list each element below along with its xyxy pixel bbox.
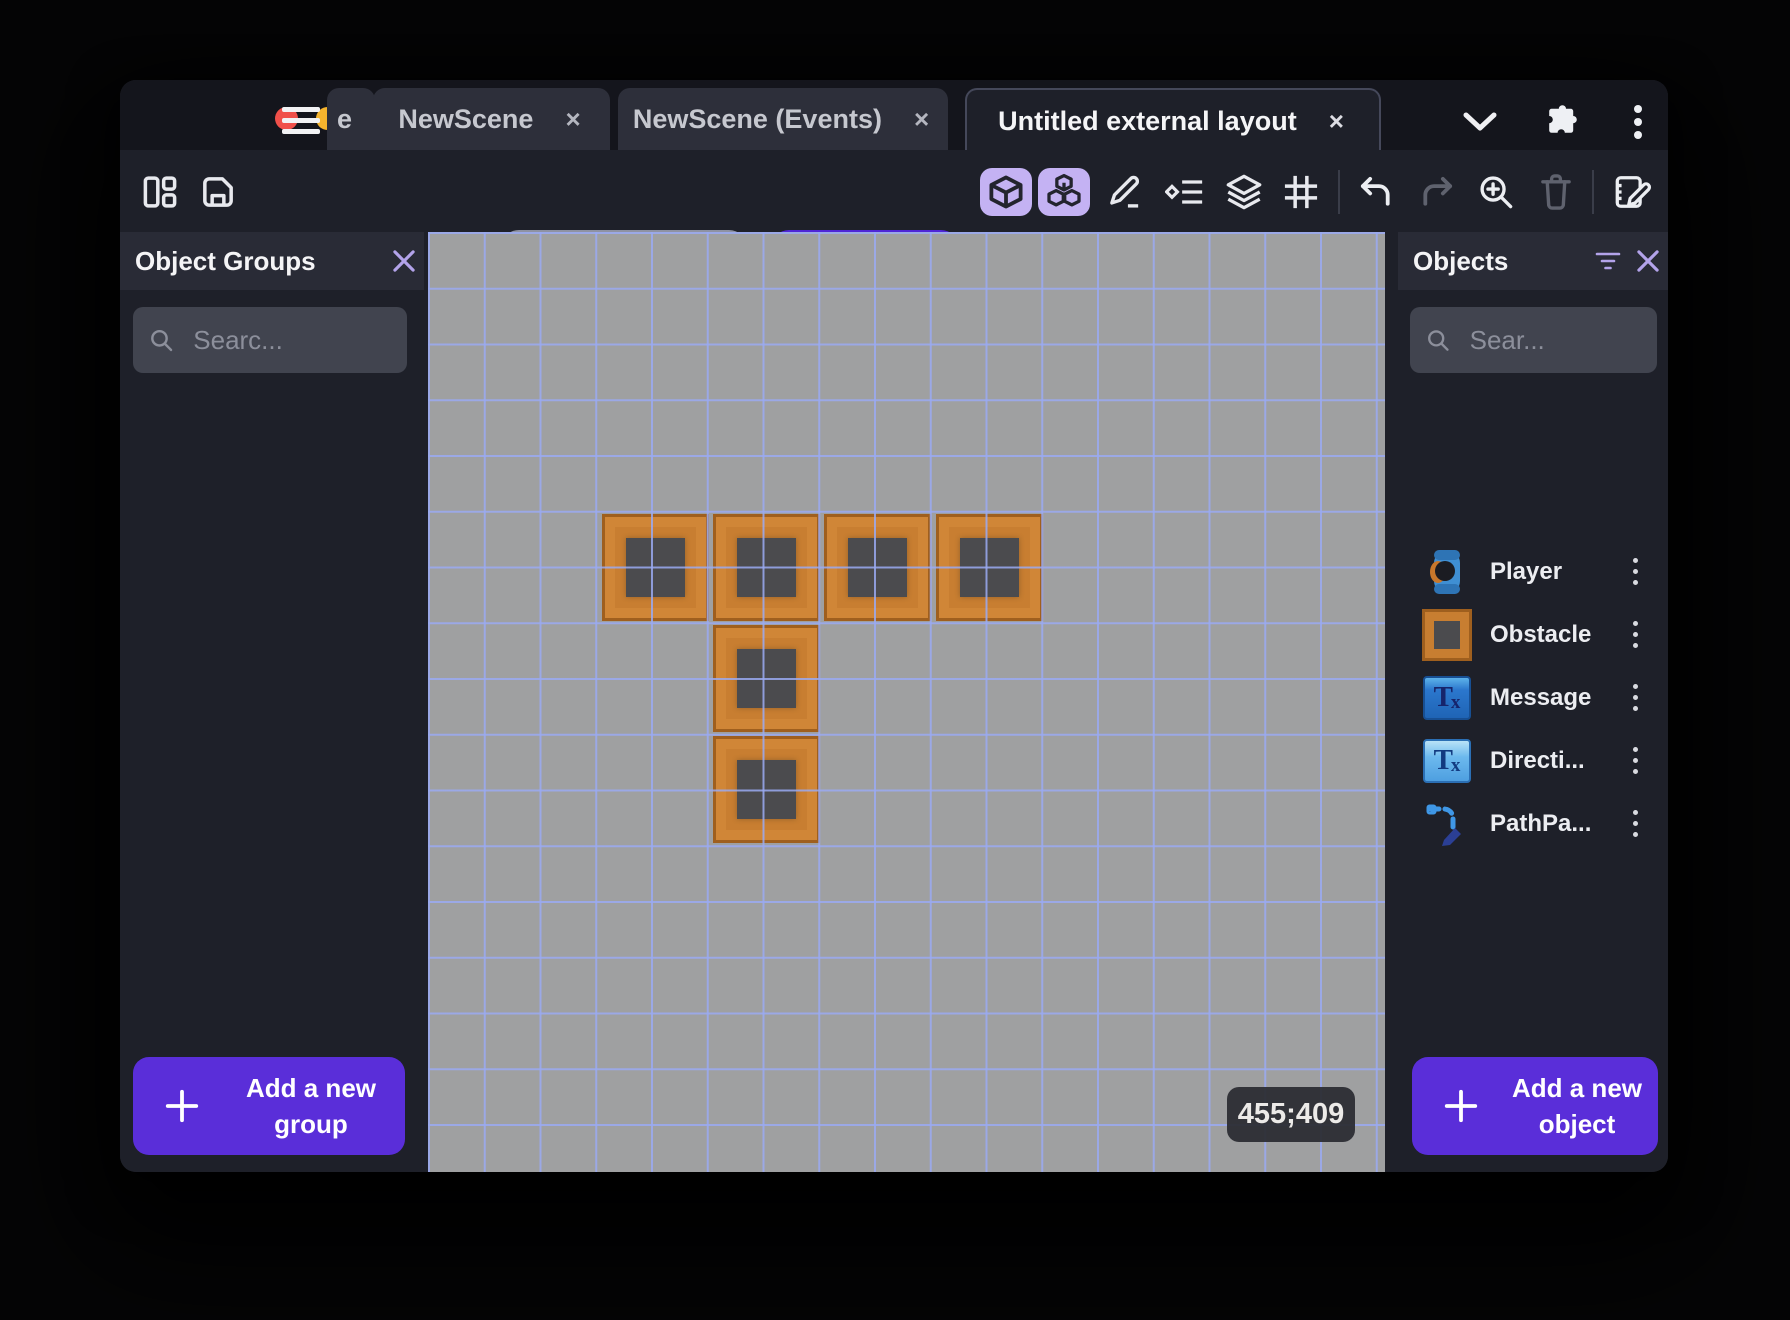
chevron-down-icon[interactable]	[1458, 102, 1502, 142]
object-row-message[interactable]: Tx Message	[1398, 666, 1668, 729]
obstacle-tile-instance[interactable]	[713, 514, 820, 621]
text-object-light-icon: Tx	[1422, 738, 1472, 783]
add-group-label: Add a new group	[245, 1073, 376, 1139]
cursor-coordinates-badge: 455;409	[1227, 1087, 1355, 1142]
tab-label: NewScene (Events)	[632, 103, 882, 134]
text-object-icon: Tx	[1422, 675, 1472, 720]
gdevelop-window: e NewScene × NewScene (Events) × Untitle…	[120, 80, 1668, 1172]
delete-trash-icon[interactable]	[1530, 168, 1582, 216]
toolbar-divider	[1592, 170, 1594, 214]
3d-box-icon[interactable]	[980, 168, 1032, 216]
main-menu-icon[interactable]	[282, 107, 320, 134]
path-paint-icon	[1422, 801, 1472, 847]
orange-block-icon	[1422, 608, 1472, 661]
tab-truncated[interactable]: e	[327, 88, 375, 150]
object-row-player[interactable]: Player	[1398, 540, 1668, 603]
panel-title: Object Groups	[135, 245, 316, 276]
layers-icon[interactable]	[1218, 168, 1270, 216]
object-groups-panel: Object Groups Add a new group	[120, 232, 424, 1172]
object-row-pathpaint[interactable]: PathPa...	[1398, 792, 1668, 855]
object-row-directions[interactable]: Tx Directi...	[1398, 729, 1668, 792]
tab-label: NewScene	[398, 103, 534, 134]
add-object-label: Add a new object	[1511, 1073, 1642, 1139]
object-options-kebab-icon[interactable]	[1620, 804, 1650, 844]
object-options-kebab-icon[interactable]	[1620, 678, 1650, 718]
object-name: Player	[1490, 557, 1563, 585]
edit-pencil-icon[interactable]	[1099, 168, 1151, 216]
objects-cubes-icon[interactable]	[1038, 168, 1090, 216]
close-panel-icon[interactable]	[1628, 241, 1668, 281]
save-icon[interactable]	[192, 168, 244, 216]
tab-label: Untitled external layout	[998, 105, 1297, 136]
object-search-box[interactable]	[1410, 307, 1657, 373]
desktop-background: e NewScene × NewScene (Events) × Untitle…	[0, 0, 1790, 1320]
objects-panel: Objects Player	[1398, 232, 1668, 1172]
undo-icon[interactable]	[1350, 168, 1402, 216]
grid-icon[interactable]	[1275, 168, 1327, 216]
obstacle-tile-instance[interactable]	[936, 514, 1043, 621]
search-icon	[151, 329, 173, 352]
group-search-input[interactable]	[191, 323, 391, 357]
obstacle-tile-instance[interactable]	[713, 736, 820, 843]
toolbar: Preview Publish	[120, 150, 1668, 296]
object-name: Message	[1490, 683, 1592, 711]
grid-overlay	[428, 232, 1385, 1172]
object-options-kebab-icon[interactable]	[1620, 552, 1650, 592]
objects-list: Player Obstacle Tx Message Tx Directi...	[1398, 540, 1668, 855]
instances-list-icon[interactable]	[1159, 168, 1211, 216]
obstacle-tile-instance[interactable]	[602, 514, 709, 621]
tab-close-icon[interactable]: ×	[910, 104, 933, 134]
tab-label: e	[337, 103, 353, 134]
object-name: Directi...	[1490, 746, 1585, 774]
filter-icon[interactable]	[1588, 241, 1628, 281]
object-groups-header: Object Groups	[120, 232, 424, 290]
panel-title: Objects	[1413, 245, 1509, 276]
zoom-in-icon[interactable]	[1470, 168, 1522, 216]
obstacle-tile-instance[interactable]	[713, 625, 820, 732]
add-object-button[interactable]: Add a new object	[1412, 1057, 1658, 1155]
player-sprite-icon	[1422, 548, 1472, 596]
title-tab-bar: e NewScene × NewScene (Events) × Untitle…	[120, 80, 1668, 152]
obstacle-tile-instance[interactable]	[824, 514, 931, 621]
toolbar-divider	[1338, 170, 1340, 214]
objects-header: Objects	[1398, 232, 1668, 290]
group-search-box[interactable]	[133, 307, 407, 373]
object-name: PathPa...	[1490, 809, 1592, 837]
tab-close-icon[interactable]: ×	[561, 104, 584, 134]
search-icon	[1428, 330, 1449, 351]
redo-icon[interactable]	[1411, 168, 1463, 216]
tab-close-icon[interactable]: ×	[1325, 106, 1348, 136]
tab-untitled-external-layout[interactable]: Untitled external layout ×	[965, 88, 1381, 152]
add-group-button[interactable]: Add a new group	[133, 1057, 405, 1155]
tab-newscene-events[interactable]: NewScene (Events) ×	[618, 88, 948, 150]
kebab-menu-icon[interactable]	[1616, 102, 1660, 142]
tab-newscene[interactable]: NewScene ×	[373, 88, 610, 150]
scene-properties-icon[interactable]	[1607, 168, 1659, 216]
close-panel-icon[interactable]	[384, 241, 424, 281]
scene-editor-canvas[interactable]: 455;409	[428, 232, 1385, 1172]
object-options-kebab-icon[interactable]	[1620, 741, 1650, 781]
object-options-kebab-icon[interactable]	[1620, 615, 1650, 655]
object-search-input[interactable]	[1467, 323, 1641, 357]
object-name: Obstacle	[1490, 620, 1592, 648]
plus-icon	[1444, 1089, 1478, 1123]
object-row-obstacle[interactable]: Obstacle	[1398, 603, 1668, 666]
puzzle-extensions-icon[interactable]	[1538, 102, 1582, 142]
open-panels-icon[interactable]	[134, 168, 186, 216]
plus-icon	[165, 1089, 199, 1123]
